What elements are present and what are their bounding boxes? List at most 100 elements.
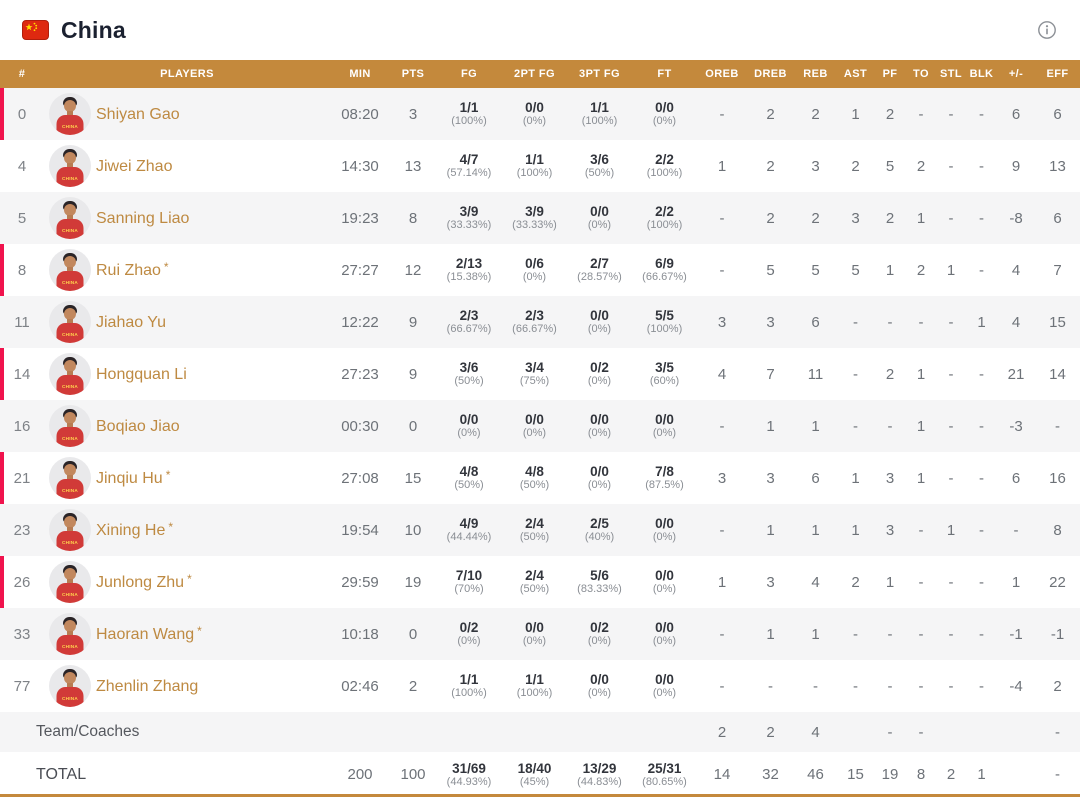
player-row[interactable]: 21 CHINA Jinqiu Hu* 27:08 15 4/8(50%) 4/…: [0, 452, 1080, 504]
player-row[interactable]: 4 CHINA Jiwei Zhao 14:30 13 4/7(57.14%) …: [0, 140, 1080, 192]
stat-reb: 11: [794, 348, 837, 400]
stat-oreb: -: [697, 504, 747, 556]
col-ft: FT: [632, 60, 697, 88]
stat-stl: -: [936, 88, 966, 140]
stat-to: 8: [906, 752, 936, 797]
stat-pf: -: [874, 608, 906, 660]
player-avatar-cell: CHINA: [44, 504, 96, 556]
stat-blk: [966, 712, 997, 752]
player-number: 11: [0, 296, 44, 348]
player-avatar-cell: CHINA: [44, 608, 96, 660]
stat-3ptfg: 13/29(44.83%): [567, 752, 632, 797]
stat-fg: 4/8(50%): [436, 452, 502, 504]
stat-blk: -: [966, 452, 997, 504]
stat-3ptfg: 0/0(0%): [567, 452, 632, 504]
stat-pts: 100: [390, 752, 436, 797]
player-name[interactable]: Boqiao Jiao: [96, 400, 330, 452]
player-name[interactable]: Zhenlin Zhang: [96, 660, 330, 712]
stat-ast: [837, 712, 874, 752]
player-row[interactable]: 26 CHINA Junlong Zhu* 29:59 19 7/10(70%)…: [0, 556, 1080, 608]
stat-2ptfg: 0/0(0%): [502, 88, 567, 140]
stat-pts: 9: [390, 348, 436, 400]
stat-plusminus: 6: [997, 452, 1035, 504]
player-row[interactable]: 33 CHINA Haoran Wang* 10:18 0 0/2(0%) 0/…: [0, 608, 1080, 660]
stat-blk: -: [966, 608, 997, 660]
player-name[interactable]: Junlong Zhu*: [96, 556, 330, 608]
stat-to: 1: [906, 400, 936, 452]
player-number: 77: [0, 660, 44, 712]
player-row[interactable]: 14 CHINA Hongquan Li 27:23 9 3/6(50%) 3/…: [0, 348, 1080, 400]
player-avatar: CHINA: [49, 405, 91, 447]
stat-pts: 8: [390, 192, 436, 244]
stat-min: 200: [330, 752, 390, 797]
stat-stl: -: [936, 140, 966, 192]
stat-pts: 19: [390, 556, 436, 608]
stat-eff: -: [1035, 752, 1080, 797]
player-number: 4: [0, 140, 44, 192]
stat-pf: -: [874, 712, 906, 752]
player-number: 16: [0, 400, 44, 452]
player-row[interactable]: 16 CHINA Boqiao Jiao 00:30 0 0/0(0%) 0/0…: [0, 400, 1080, 452]
players-tbody: 0 CHINA Shiyan Gao 08:20 3 1/1(100%) 0/0…: [0, 88, 1080, 712]
player-row[interactable]: 0 CHINA Shiyan Gao 08:20 3 1/1(100%) 0/0…: [0, 88, 1080, 140]
stat-reb: 4: [794, 556, 837, 608]
player-row[interactable]: 23 CHINA Xining He* 19:54 10 4/9(44.44%)…: [0, 504, 1080, 556]
stat-2ptfg: 1/1(100%): [502, 140, 567, 192]
stat-ft: 25/31(80.65%): [632, 752, 697, 797]
stat-stl: -: [936, 348, 966, 400]
stat-pf: 5: [874, 140, 906, 192]
stat-pf: 2: [874, 192, 906, 244]
stat-oreb: -: [697, 192, 747, 244]
stat-plusminus: 21: [997, 348, 1035, 400]
stat-ft: 0/0(0%): [632, 400, 697, 452]
stat-pts: 10: [390, 504, 436, 556]
stat-2ptfg: 0/0(0%): [502, 400, 567, 452]
stat-pts: 2: [390, 660, 436, 712]
player-number: 33: [0, 608, 44, 660]
stat-to: -: [906, 504, 936, 556]
player-name[interactable]: Rui Zhao*: [96, 244, 330, 296]
player-avatar: CHINA: [49, 665, 91, 707]
player-name[interactable]: Shiyan Gao: [96, 88, 330, 140]
stat-eff: 13: [1035, 140, 1080, 192]
box-score-panel: China # PLAYERS MIN PTS FG: [0, 0, 1080, 797]
stat-blk: -: [966, 556, 997, 608]
stat-blk: -: [966, 140, 997, 192]
player-number: 21: [0, 452, 44, 504]
player-name[interactable]: Sanning Liao: [96, 192, 330, 244]
player-row[interactable]: 77 CHINA Zhenlin Zhang 02:46 2 1/1(100%)…: [0, 660, 1080, 712]
player-number: 23: [0, 504, 44, 556]
player-name[interactable]: Jiwei Zhao: [96, 140, 330, 192]
stat-dreb: 3: [747, 556, 794, 608]
stat-dreb: 2: [747, 712, 794, 752]
stat-plusminus: 6: [997, 88, 1035, 140]
player-name[interactable]: Jiahao Yu: [96, 296, 330, 348]
stat-ft: 0/0(0%): [632, 88, 697, 140]
stat-reb: 4: [794, 712, 837, 752]
stat-ft: 5/5(100%): [632, 296, 697, 348]
stat-to: 2: [906, 140, 936, 192]
stat-3ptfg: 0/2(0%): [567, 348, 632, 400]
player-name[interactable]: Jinqiu Hu*: [96, 452, 330, 504]
player-avatar: CHINA: [49, 197, 91, 239]
player-avatar-cell: CHINA: [44, 140, 96, 192]
stat-plusminus: 9: [997, 140, 1035, 192]
player-avatar-cell: CHINA: [44, 88, 96, 140]
stat-to: -: [906, 88, 936, 140]
stat-blk: -: [966, 348, 997, 400]
player-name[interactable]: Haoran Wang*: [96, 608, 330, 660]
player-row[interactable]: 11 CHINA Jiahao Yu 12:22 9 2/3(66.67%) 2…: [0, 296, 1080, 348]
stat-pts: 13: [390, 140, 436, 192]
player-name[interactable]: Hongquan Li: [96, 348, 330, 400]
stat-stl: -: [936, 556, 966, 608]
stat-min: 10:18: [330, 608, 390, 660]
stat-blk: -: [966, 192, 997, 244]
stat-min: 00:30: [330, 400, 390, 452]
stat-dreb: 3: [747, 296, 794, 348]
player-row[interactable]: 8 CHINA Rui Zhao* 27:27 12 2/13(15.38%) …: [0, 244, 1080, 296]
info-icon[interactable]: [1036, 19, 1058, 41]
box-score-table: # PLAYERS MIN PTS FG 2PT FG 3PT FG FT OR…: [0, 60, 1080, 797]
player-row[interactable]: 5 CHINA Sanning Liao 19:23 8 3/9(33.33%)…: [0, 192, 1080, 244]
stat-eff: 6: [1035, 192, 1080, 244]
player-name[interactable]: Xining He*: [96, 504, 330, 556]
